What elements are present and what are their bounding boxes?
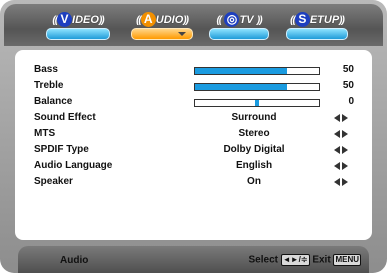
tab-tv-label: TV [239, 13, 254, 26]
balance-label: Balance [34, 96, 73, 107]
tab-video-letter: V [57, 12, 73, 28]
mts-value: Stereo [238, 128, 270, 139]
mts-label: MTS [34, 128, 56, 139]
treble-value: 50 [342, 80, 354, 91]
bass-value: 50 [342, 64, 354, 75]
menu-tab-bar: ((V IDEO)) ((A UDIO)) (( ◎ TV )) ((S ETUP)) [4, 4, 383, 46]
tab-setup-letter: S [294, 12, 310, 28]
footer-bar: Audio Select ◄►/≑ Exit MENU [18, 246, 369, 273]
treble-label: Treble [34, 80, 64, 91]
chevron-right-icon: )) [339, 15, 345, 26]
tab-setup-indicator [286, 28, 348, 40]
tab-video-label: IDEO [72, 13, 99, 26]
balance-value: 0 [348, 96, 354, 107]
spdif-type-label: SPDIF Type [34, 144, 89, 155]
setting-row-balance[interactable]: Balance 0 [34, 96, 354, 110]
tab-video-indicator [46, 28, 110, 40]
audio-language-label: Audio Language [34, 160, 113, 171]
tab-audio[interactable]: ((A UDIO)) [125, 10, 199, 42]
select-label: Select [248, 254, 278, 266]
bass-label: Bass [34, 64, 58, 75]
tab-setup[interactable]: ((S ETUP)) [280, 10, 354, 42]
exit-label: Exit [312, 254, 331, 266]
tab-tv-indicator [209, 28, 269, 40]
sound-effect-label: Sound Effect [34, 112, 96, 123]
key-help: Select ◄►/≑ Exit MENU [249, 254, 361, 266]
select-key-icon: ◄►/≑ [280, 254, 310, 266]
bass-slider-fill [195, 68, 287, 74]
tab-video[interactable]: ((V IDEO)) [40, 10, 116, 42]
setting-row-spdif-type[interactable]: SPDIF Type Dolby Digital [34, 144, 354, 158]
setting-row-sound-effect[interactable]: Sound Effect Surround [34, 112, 354, 126]
left-right-arrows-icon[interactable] [334, 162, 350, 171]
tab-tv-letter: ◎ [224, 12, 240, 28]
treble-slider[interactable] [194, 83, 320, 91]
left-right-arrows-icon[interactable] [334, 178, 350, 187]
setting-row-mts[interactable]: MTS Stereo [34, 128, 354, 142]
speaker-value: On [247, 176, 261, 187]
tab-tv[interactable]: (( ◎ TV )) [203, 10, 275, 42]
treble-slider-fill [195, 84, 287, 90]
setting-row-speaker[interactable]: Speaker On [34, 176, 354, 190]
menu-key-button[interactable]: MENU [333, 254, 361, 266]
osd-window: ((V IDEO)) ((A UDIO)) (( ◎ TV )) ((S ETUP)) … [0, 0, 387, 273]
speaker-label: Speaker [34, 176, 73, 187]
tab-audio-letter: A [140, 12, 156, 28]
sound-effect-value: Surround [231, 112, 277, 123]
chevron-left-icon: (( [216, 15, 222, 26]
left-right-arrows-icon[interactable] [334, 130, 350, 139]
tab-audio-label: UDIO [155, 13, 184, 26]
chevron-right-icon: )) [98, 15, 105, 26]
spdif-type-value: Dolby Digital [223, 144, 285, 155]
audio-settings-panel: Bass 50 Treble 50 Balance 0 Sound Effect… [15, 50, 372, 240]
left-right-arrows-icon[interactable] [334, 114, 350, 123]
menu-title: Audio [60, 255, 89, 266]
chevron-right-icon: )) [256, 15, 263, 26]
setting-row-audio-language[interactable]: Audio Language English [34, 160, 354, 174]
balance-slider-thumb [255, 100, 259, 106]
bass-slider[interactable] [194, 67, 320, 75]
setting-row-bass[interactable]: Bass 50 [34, 64, 354, 78]
balance-slider[interactable] [194, 99, 320, 107]
left-right-arrows-icon[interactable] [334, 146, 350, 155]
audio-language-value: English [235, 160, 273, 171]
tab-setup-label: ETUP [309, 13, 340, 26]
chevron-left-icon: (( [136, 15, 142, 26]
setting-row-treble[interactable]: Treble 50 [34, 80, 354, 94]
chevron-right-icon: )) [183, 15, 189, 26]
tab-audio-indicator [131, 28, 193, 40]
